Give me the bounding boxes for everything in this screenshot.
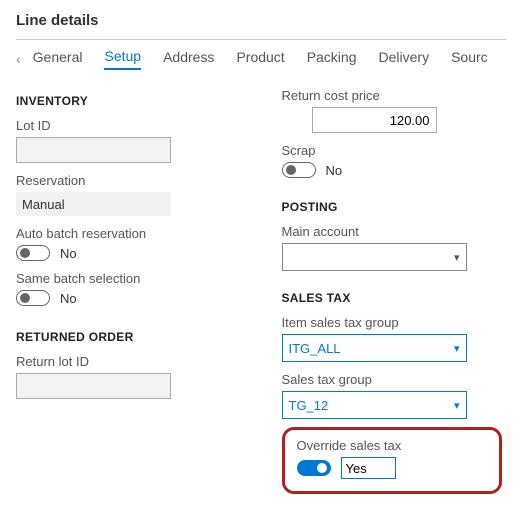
lot-id-input[interactable]: [16, 137, 171, 163]
override-sales-tax-label: Override sales tax: [297, 438, 487, 453]
tab-address[interactable]: Address: [163, 49, 214, 69]
item-tax-group-value: ITG_ALL: [289, 341, 341, 356]
sales-tax-group-label: Sales tax group: [282, 372, 508, 387]
scrap-state: No: [326, 163, 343, 178]
override-highlight: Override sales tax: [282, 427, 502, 494]
tab-sourcing[interactable]: Sourc: [451, 49, 488, 69]
override-sales-tax-toggle[interactable]: [297, 460, 331, 476]
scrap-label: Scrap: [282, 143, 508, 158]
return-cost-input[interactable]: [312, 107, 437, 133]
auto-batch-state: No: [60, 246, 77, 261]
inventory-heading: INVENTORY: [16, 94, 242, 108]
override-sales-tax-value[interactable]: [341, 457, 396, 479]
sales-tax-group-value: TG_12: [289, 398, 329, 413]
lot-id-label: Lot ID: [16, 118, 242, 133]
reservation-value[interactable]: Manual: [16, 192, 171, 216]
item-tax-group-dropdown[interactable]: ITG_ALL ▾: [282, 334, 467, 362]
same-batch-toggle[interactable]: [16, 290, 50, 306]
header-divider: [16, 39, 507, 40]
returned-order-heading: RETURNED ORDER: [16, 330, 242, 344]
tab-product[interactable]: Product: [236, 49, 284, 69]
reservation-label: Reservation: [16, 173, 242, 188]
tab-scroll-left[interactable]: ‹: [16, 51, 21, 67]
tab-general[interactable]: General: [33, 49, 83, 69]
right-column: Return cost price Scrap No POSTING Main …: [282, 88, 508, 494]
sales-tax-heading: SALES TAX: [282, 291, 508, 305]
tab-strip: ‹ General Setup Address Product Packing …: [16, 48, 507, 70]
tab-delivery[interactable]: Delivery: [379, 49, 430, 69]
main-account-label: Main account: [282, 224, 508, 239]
page-title: Line details: [16, 12, 507, 29]
scrap-toggle[interactable]: [282, 162, 316, 178]
return-lot-input[interactable]: [16, 373, 171, 399]
left-column: INVENTORY Lot ID Reservation Manual Auto…: [16, 88, 242, 494]
sales-tax-group-dropdown[interactable]: TG_12 ▾: [282, 391, 467, 419]
posting-heading: POSTING: [282, 200, 508, 214]
item-tax-group-label: Item sales tax group: [282, 315, 508, 330]
same-batch-state: No: [60, 291, 77, 306]
return-cost-label: Return cost price: [282, 88, 508, 103]
auto-batch-toggle[interactable]: [16, 245, 50, 261]
chevron-down-icon: ▾: [454, 399, 460, 412]
return-lot-label: Return lot ID: [16, 354, 242, 369]
reservation-text: Manual: [22, 197, 65, 212]
tab-setup[interactable]: Setup: [104, 48, 141, 70]
auto-batch-label: Auto batch reservation: [16, 226, 242, 241]
same-batch-label: Same batch selection: [16, 271, 242, 286]
main-account-dropdown[interactable]: ▾: [282, 243, 467, 271]
chevron-down-icon: ▾: [454, 251, 460, 264]
tab-packing[interactable]: Packing: [307, 49, 357, 69]
chevron-down-icon: ▾: [454, 342, 460, 355]
